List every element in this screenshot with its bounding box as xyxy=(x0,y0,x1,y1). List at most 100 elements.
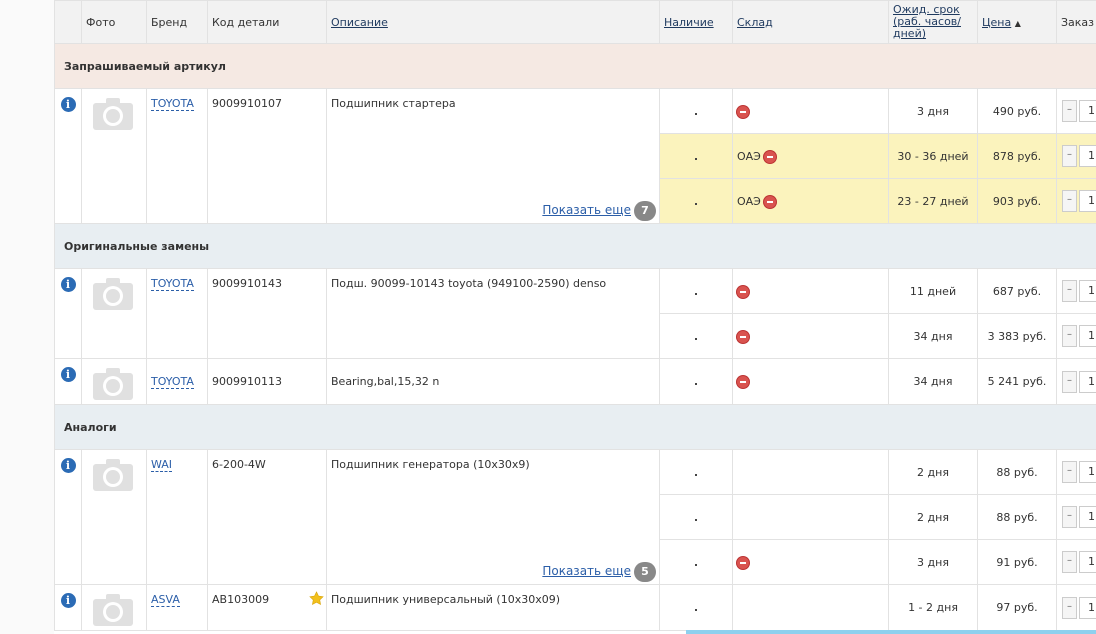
brand-link[interactable]: ASVA xyxy=(151,593,180,607)
price: 91 руб. xyxy=(977,539,1057,585)
price: 3 383 руб. xyxy=(977,313,1057,359)
availability-dot xyxy=(695,112,697,115)
camera-icon xyxy=(93,278,133,310)
qty-minus-button[interactable]: – xyxy=(1062,596,1077,619)
qty-input[interactable]: 1 xyxy=(1079,551,1096,573)
part-description: Подшипник стартера xyxy=(331,97,456,110)
sort-asc-icon: ▲ xyxy=(1014,18,1021,28)
term: 30 - 36 дней xyxy=(888,133,978,179)
stop-icon xyxy=(737,376,749,388)
stop-icon xyxy=(764,150,777,163)
qty-minus-button[interactable]: – xyxy=(1062,370,1077,393)
term: 3 дня xyxy=(888,88,978,134)
info-icon[interactable]: i xyxy=(60,277,76,292)
brand-link[interactable]: TOYOTA xyxy=(151,375,194,389)
brand-link[interactable]: TOYOTA xyxy=(151,277,194,291)
camera-icon xyxy=(93,594,133,626)
price: 5 241 руб. xyxy=(977,358,1057,405)
qty-minus-button[interactable]: – xyxy=(1062,461,1077,483)
more-count-badge: 5 xyxy=(634,562,656,582)
availability-dot xyxy=(695,157,697,160)
qty-input[interactable]: 1 xyxy=(1079,145,1096,167)
price: 88 руб. xyxy=(977,449,1057,495)
price: 88 руб. xyxy=(977,494,1057,540)
info-icon[interactable]: i xyxy=(60,367,76,382)
stop-icon xyxy=(737,556,749,569)
stop-icon xyxy=(764,195,777,208)
col-warehouse-sort[interactable]: Склад xyxy=(732,0,889,44)
term: 1 - 2 дня xyxy=(888,584,978,631)
qty-minus-button[interactable]: – xyxy=(1062,325,1077,347)
info-icon[interactable]: i xyxy=(60,593,76,608)
show-more: Показать еще 5 xyxy=(542,562,656,582)
table-header: Фото Бренд Код детали Описание Наличие С… xyxy=(54,0,1096,44)
price: 903 руб. xyxy=(977,178,1057,224)
stop-icon xyxy=(737,330,749,343)
section-requested: Запрашиваемый артикул xyxy=(54,43,1096,89)
qty-input[interactable]: 1 xyxy=(1079,461,1096,483)
availability-dot xyxy=(695,518,697,521)
star-icon[interactable] xyxy=(309,591,324,606)
table-row: i ASVA AB103009 Подшипник универсальный … xyxy=(54,584,1096,631)
part-description: Подшипник генератора (10x30x9) xyxy=(331,458,530,471)
show-more-link[interactable]: Показать еще xyxy=(542,564,631,578)
info-icon[interactable]: i xyxy=(60,458,76,473)
table-row: i WAI 6-200-4W Подшипник генератора (10x… xyxy=(54,449,1096,585)
qty-input[interactable]: 1 xyxy=(1079,190,1096,212)
section-analogs: Аналоги xyxy=(54,404,1096,450)
table-row: i TOYOTA 9009910107 Подшипник стартера П… xyxy=(54,88,1096,224)
col-photo: Фото xyxy=(81,0,147,44)
part-description: Bearing,bal,15,32 n xyxy=(326,358,660,405)
qty-minus-button[interactable]: – xyxy=(1062,190,1077,212)
section-originals: Оригинальные замены xyxy=(54,223,1096,269)
price: 490 руб. xyxy=(977,88,1057,134)
qty-minus-button[interactable]: – xyxy=(1062,100,1077,122)
qty-input[interactable]: 1 xyxy=(1079,325,1096,347)
search-results-table: Фото Бренд Код детали Описание Наличие С… xyxy=(54,0,1096,634)
camera-icon xyxy=(93,368,133,400)
col-code: Код детали xyxy=(207,0,327,44)
qty-minus-button[interactable]: – xyxy=(1062,280,1077,302)
left-gutter xyxy=(0,0,54,634)
availability-dot xyxy=(695,292,697,295)
term: 34 дня xyxy=(888,358,978,405)
term: 2 дня xyxy=(888,494,978,540)
qty-minus-button[interactable]: – xyxy=(1062,506,1077,528)
camera-icon xyxy=(93,98,133,130)
show-more: Показать еще 7 xyxy=(542,201,656,221)
col-order: Заказ xyxy=(1056,0,1096,44)
col-description-sort[interactable]: Описание xyxy=(326,0,660,44)
qty-input[interactable]: 1 xyxy=(1079,596,1096,619)
availability-dot xyxy=(695,383,697,385)
part-code: AB103009 xyxy=(212,593,270,606)
qty-input[interactable]: 1 xyxy=(1079,100,1096,122)
qty-minus-button[interactable]: – xyxy=(1062,145,1077,167)
show-more-link[interactable]: Показать еще xyxy=(542,203,631,217)
section-title: Запрашиваемый артикул xyxy=(54,43,1096,89)
part-description: Подш. 90099-10143 toyota (949100-2590) d… xyxy=(331,277,607,290)
col-expected-sort[interactable]: Ожид. срок (раб. часов/ дней) xyxy=(888,0,978,44)
col-info xyxy=(54,0,82,44)
highlight-bar xyxy=(686,630,1096,634)
section-title: Аналоги xyxy=(54,404,1096,450)
col-price-sort[interactable]: Цена ▲ xyxy=(977,0,1057,44)
part-code: 9009910143 xyxy=(212,277,282,290)
part-code: 6-200-4W xyxy=(212,458,266,471)
part-description: Подшипник универсальный (10x30x09) xyxy=(331,593,560,606)
col-availability-sort[interactable]: Наличие xyxy=(659,0,733,44)
section-title: Оригинальные замены xyxy=(54,223,1096,269)
qty-input[interactable]: 1 xyxy=(1079,370,1096,393)
stop-icon xyxy=(737,285,749,298)
part-code: 9009910107 xyxy=(212,97,282,110)
price: 97 руб. xyxy=(977,584,1057,631)
availability-dot xyxy=(695,563,697,566)
price-label: Цена xyxy=(982,15,1012,29)
qty-minus-button[interactable]: – xyxy=(1062,551,1077,573)
info-icon[interactable]: i xyxy=(60,97,76,112)
qty-input[interactable]: 1 xyxy=(1079,280,1096,302)
brand-link[interactable]: TOYOTA xyxy=(151,97,194,111)
brand-link[interactable]: WAI xyxy=(151,458,173,472)
table-row: i TOYOTA 9009910143 Подш. 90099-10143 to… xyxy=(54,268,1096,359)
qty-input[interactable]: 1 xyxy=(1079,506,1096,528)
price: 687 руб. xyxy=(977,268,1057,314)
